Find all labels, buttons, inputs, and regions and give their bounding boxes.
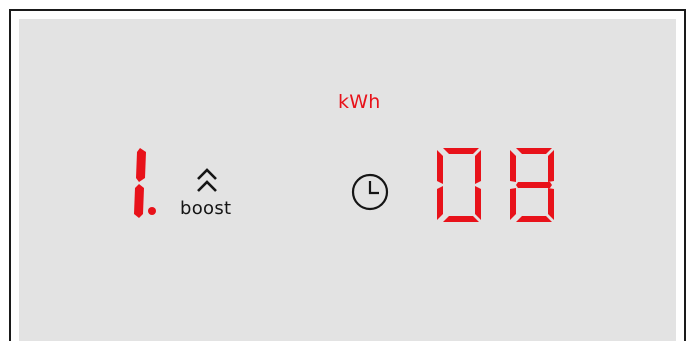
segment-c (548, 188, 554, 220)
segment-b (548, 150, 554, 182)
segment-f (437, 150, 443, 184)
segment-d (443, 216, 479, 222)
segment-b (136, 148, 146, 182)
power-level-display (134, 148, 156, 218)
boost-chevron-icon[interactable] (195, 165, 219, 195)
segment-c (134, 184, 144, 218)
decimal-point (148, 207, 156, 215)
timer-digit-0 (437, 148, 481, 222)
unit-label: kWh (338, 91, 381, 113)
segment-a (516, 148, 552, 154)
segment-e (510, 188, 516, 220)
segment-g (516, 182, 552, 188)
segment-f (510, 150, 516, 182)
segment-a (443, 148, 479, 154)
segment-c (475, 186, 481, 220)
clock-icon (351, 173, 389, 211)
timer-digit-8 (510, 148, 554, 222)
segment-e (437, 186, 443, 220)
boost-label: boost (180, 198, 232, 219)
segment-b (475, 150, 481, 184)
segment-d (516, 216, 552, 222)
